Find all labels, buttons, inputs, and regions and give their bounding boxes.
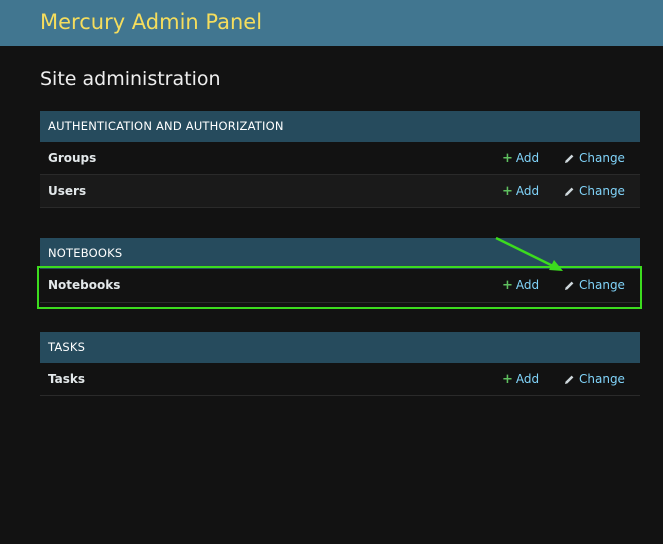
pencil-icon: [565, 281, 574, 290]
add-link-users[interactable]: + Add: [502, 175, 539, 208]
module-caption[interactable]: AUTHENTICATION AND AUTHORIZATION: [40, 111, 640, 142]
change-link-groups[interactable]: Change: [564, 142, 625, 174]
change-label: Change: [579, 278, 625, 292]
change-link-tasks[interactable]: Change: [564, 363, 625, 395]
model-link-groups[interactable]: Groups: [48, 142, 96, 174]
add-label: Add: [515, 184, 540, 198]
pencil-icon: [565, 375, 574, 384]
model-row-groups: Groups + Add Change: [40, 142, 640, 175]
module-tasks: TASKS Tasks + Add Change: [40, 332, 640, 396]
module-caption[interactable]: TASKS: [40, 332, 640, 363]
pencil-icon: [565, 154, 574, 163]
model-row-notebooks: Notebooks + Add Change: [40, 269, 640, 303]
change-link-users[interactable]: Change: [564, 175, 625, 207]
add-label: Add: [515, 278, 540, 292]
add-label: Add: [515, 372, 540, 386]
module-caption[interactable]: NOTEBOOKS: [40, 238, 640, 269]
plus-icon: +: [502, 372, 513, 387]
add-link-tasks[interactable]: + Add: [502, 363, 539, 396]
model-row-tasks: Tasks + Add Change: [40, 363, 640, 396]
change-label: Change: [579, 184, 625, 198]
change-label: Change: [579, 372, 625, 386]
add-link-notebooks[interactable]: + Add: [502, 269, 539, 302]
change-label: Change: [579, 151, 625, 165]
add-link-groups[interactable]: + Add: [502, 142, 539, 175]
plus-icon: +: [502, 278, 513, 293]
plus-icon: +: [502, 184, 513, 199]
page-title: Site administration: [40, 68, 221, 90]
change-link-notebooks[interactable]: Change: [564, 269, 625, 302]
header-bar: Mercury Admin Panel: [0, 0, 663, 46]
pencil-icon: [565, 187, 574, 196]
site-name[interactable]: Mercury Admin Panel: [40, 9, 262, 35]
model-link-notebooks[interactable]: Notebooks: [48, 269, 120, 302]
model-row-users: Users + Add Change: [40, 175, 640, 208]
model-link-users[interactable]: Users: [48, 175, 86, 207]
model-link-tasks[interactable]: Tasks: [48, 363, 85, 395]
module-notebooks: NOTEBOOKS Notebooks + Add Change: [40, 238, 640, 303]
add-label: Add: [515, 151, 540, 165]
module-auth: AUTHENTICATION AND AUTHORIZATION Groups …: [40, 111, 640, 208]
plus-icon: +: [502, 151, 513, 166]
